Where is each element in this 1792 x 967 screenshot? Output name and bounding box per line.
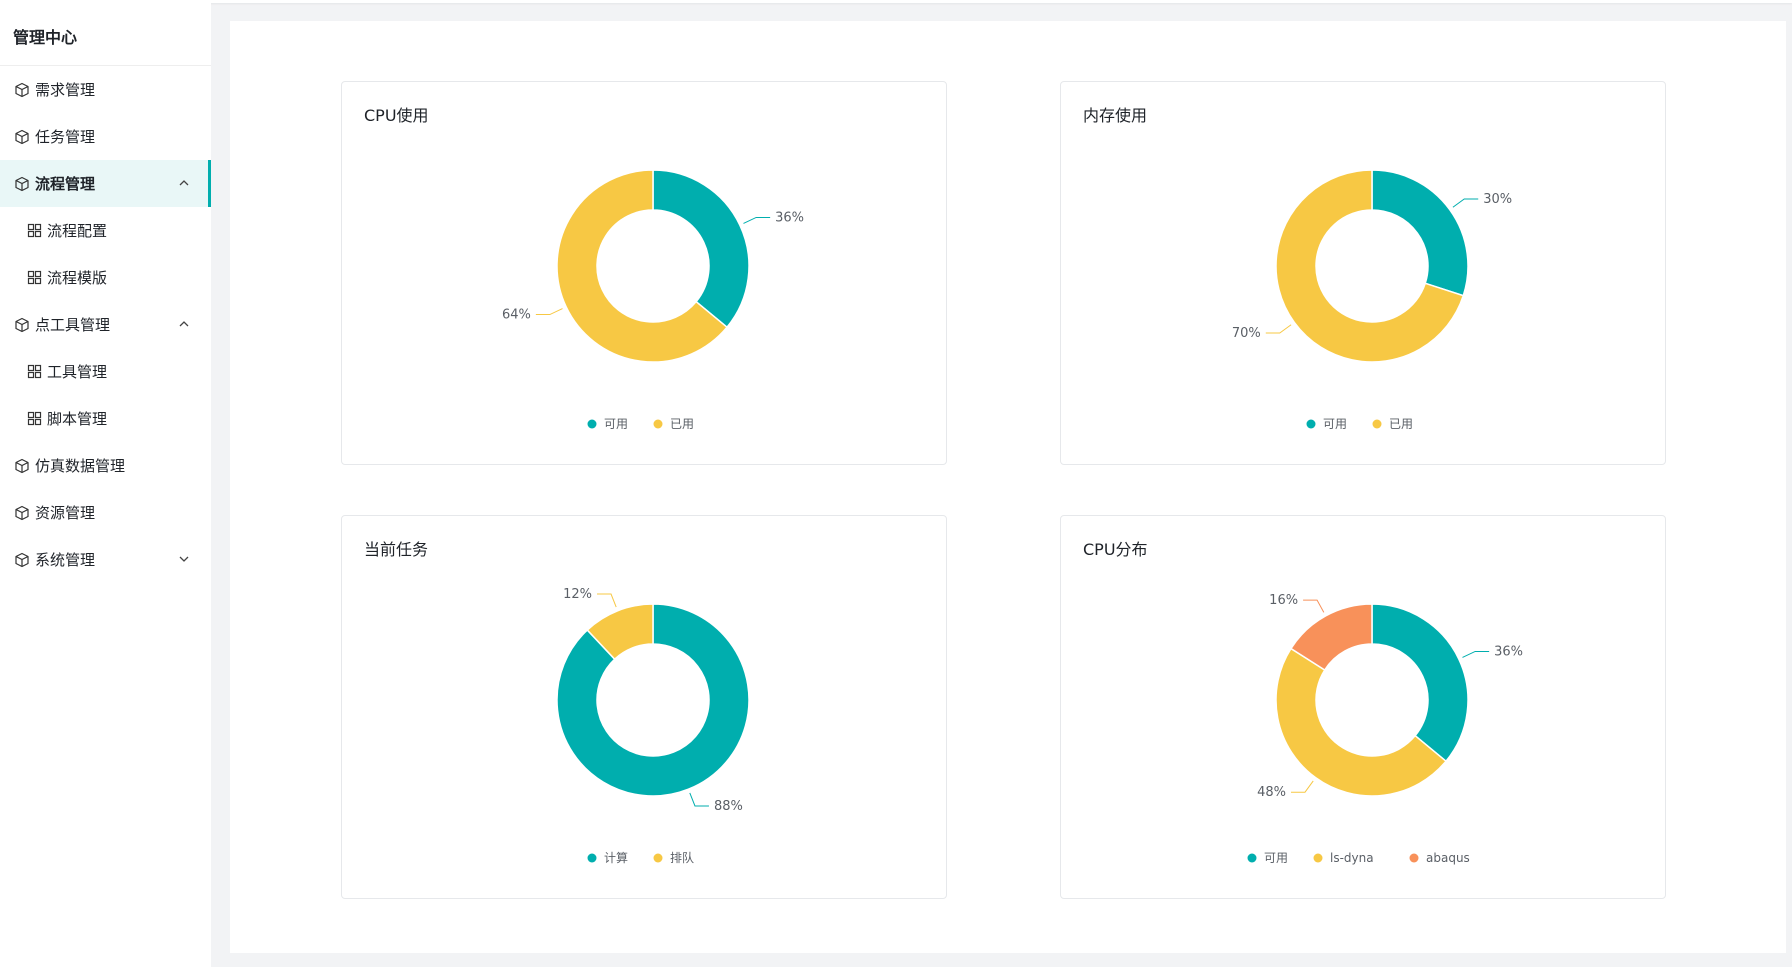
- sidebar-item-6[interactable]: 工具管理: [0, 348, 211, 395]
- label-leader-line: [535, 308, 563, 316]
- sidebar: 管理中心 需求管理任务管理流程管理流程配置流程模版点工具管理工具管理脚本管理仿真…: [0, 3, 211, 967]
- legend-dot[interactable]: [587, 853, 597, 863]
- cube-icon: [13, 504, 31, 522]
- pie-slice-0[interactable]: [1371, 169, 1469, 297]
- sidebar-item-label: 脚本管理: [47, 410, 108, 428]
- pie-slice-0[interactable]: [1371, 603, 1469, 763]
- sidebar-item-label: 流程模版: [47, 269, 108, 287]
- data-label: 16%: [1269, 593, 1298, 608]
- data-label: 12%: [563, 587, 592, 602]
- label-leader-line: [1303, 599, 1325, 613]
- grid-icon: [25, 363, 43, 381]
- sidebar-item-1[interactable]: 任务管理: [0, 113, 211, 160]
- sidebar-item-7[interactable]: 脚本管理: [0, 395, 211, 442]
- memory-usage-card: 内存使用 30% 70% 可用 已用: [1060, 81, 1666, 465]
- cpu-distribution-card: CPU分布 36% 48% 16% 可用 ls-dyna abaqus: [1060, 515, 1666, 899]
- donut-chart: 30% 70% 可用 已用: [1232, 169, 1512, 431]
- sidebar-item-3[interactable]: 流程配置: [0, 207, 211, 254]
- grid-icon: [25, 269, 43, 287]
- legend-label[interactable]: ls-dyna: [1330, 851, 1374, 865]
- cpu-usage-card: CPU使用 36% 64% 可用 已用: [341, 81, 947, 465]
- sidebar-item-label: 流程配置: [47, 222, 108, 240]
- cube-icon: [13, 81, 31, 99]
- legend-label[interactable]: 排队: [670, 850, 694, 865]
- sidebar-item-label: 任务管理: [35, 128, 96, 146]
- cube-icon: [13, 551, 31, 569]
- sidebar-item-label: 需求管理: [35, 81, 96, 99]
- grid-icon: [25, 410, 43, 428]
- legend-label[interactable]: 计算: [604, 850, 628, 865]
- chevron-up-icon[interactable]: [177, 176, 191, 190]
- donut-chart: 88% 12% 计算 排队: [556, 587, 750, 865]
- chevron-down-icon[interactable]: [177, 552, 191, 566]
- current-tasks-card: 当前任务 88% 12% 计算 排队: [341, 515, 947, 899]
- grid-icon: [25, 222, 43, 240]
- sidebar-item-label: 系统管理: [35, 551, 96, 569]
- sidebar-item-label: 流程管理: [35, 175, 96, 193]
- legend-dot[interactable]: [653, 419, 663, 429]
- legend-dot[interactable]: [1247, 853, 1257, 863]
- data-label: 88%: [714, 799, 743, 814]
- legend-dot[interactable]: [1313, 853, 1323, 863]
- sidebar-item-8[interactable]: 仿真数据管理: [0, 442, 211, 489]
- sidebar-menu: 需求管理任务管理流程管理流程配置流程模版点工具管理工具管理脚本管理仿真数据管理资…: [0, 66, 211, 583]
- sidebar-item-label: 仿真数据管理: [35, 457, 126, 475]
- sidebar-item-10[interactable]: 系统管理: [0, 536, 211, 583]
- sidebar-item-0[interactable]: 需求管理: [0, 66, 211, 113]
- cube-icon: [13, 128, 31, 146]
- data-label: 70%: [1232, 326, 1261, 341]
- sidebar-item-label: 工具管理: [47, 363, 108, 381]
- sidebar-item-label: 资源管理: [35, 504, 96, 522]
- sidebar-item-label: 点工具管理: [35, 316, 111, 334]
- label-leader-line: [597, 593, 617, 608]
- cube-icon: [13, 316, 31, 334]
- data-label: 64%: [502, 308, 531, 323]
- donut-chart: 36% 48% 16% 可用 ls-dyna abaqus: [1247, 593, 1523, 865]
- legend-label[interactable]: 已用: [1389, 417, 1413, 431]
- legend-dot[interactable]: [587, 419, 597, 429]
- label-leader-line: [743, 216, 771, 224]
- data-label: 36%: [1494, 644, 1523, 659]
- legend-label[interactable]: 可用: [604, 417, 628, 431]
- sidebar-item-2[interactable]: 流程管理: [0, 160, 211, 207]
- sidebar-item-5[interactable]: 点工具管理: [0, 301, 211, 348]
- pie-slice-0[interactable]: [652, 169, 750, 329]
- chevron-up-icon[interactable]: [177, 317, 191, 331]
- legend-label[interactable]: abaqus: [1426, 851, 1470, 865]
- legend-label[interactable]: 可用: [1323, 417, 1347, 431]
- legend-dot[interactable]: [653, 853, 663, 863]
- legend-dot[interactable]: [1306, 419, 1316, 429]
- legend-dot[interactable]: [1409, 853, 1419, 863]
- data-label: 48%: [1257, 785, 1286, 800]
- label-leader-line: [689, 792, 709, 807]
- legend-label[interactable]: 可用: [1264, 851, 1288, 865]
- cube-icon: [13, 175, 31, 193]
- sidebar-title: 管理中心: [0, 3, 211, 66]
- label-leader-line: [1265, 324, 1292, 334]
- label-leader-line: [1290, 780, 1314, 793]
- label-leader-line: [1452, 198, 1479, 208]
- data-label: 30%: [1483, 192, 1512, 207]
- cube-icon: [13, 457, 31, 475]
- top-bar: [0, 0, 1792, 3]
- legend-label[interactable]: 已用: [670, 417, 694, 431]
- legend-dot[interactable]: [1372, 419, 1382, 429]
- donut-chart: 36% 64% 可用 已用: [502, 169, 804, 431]
- sidebar-item-9[interactable]: 资源管理: [0, 489, 211, 536]
- sidebar-item-4[interactable]: 流程模版: [0, 254, 211, 301]
- dashboard-content: CPU使用 36% 64% 可用 已用 内存使用 30% 70% 可用 已用 当前任务 88…: [230, 21, 1786, 953]
- label-leader-line: [1462, 650, 1490, 658]
- data-label: 36%: [775, 210, 804, 225]
